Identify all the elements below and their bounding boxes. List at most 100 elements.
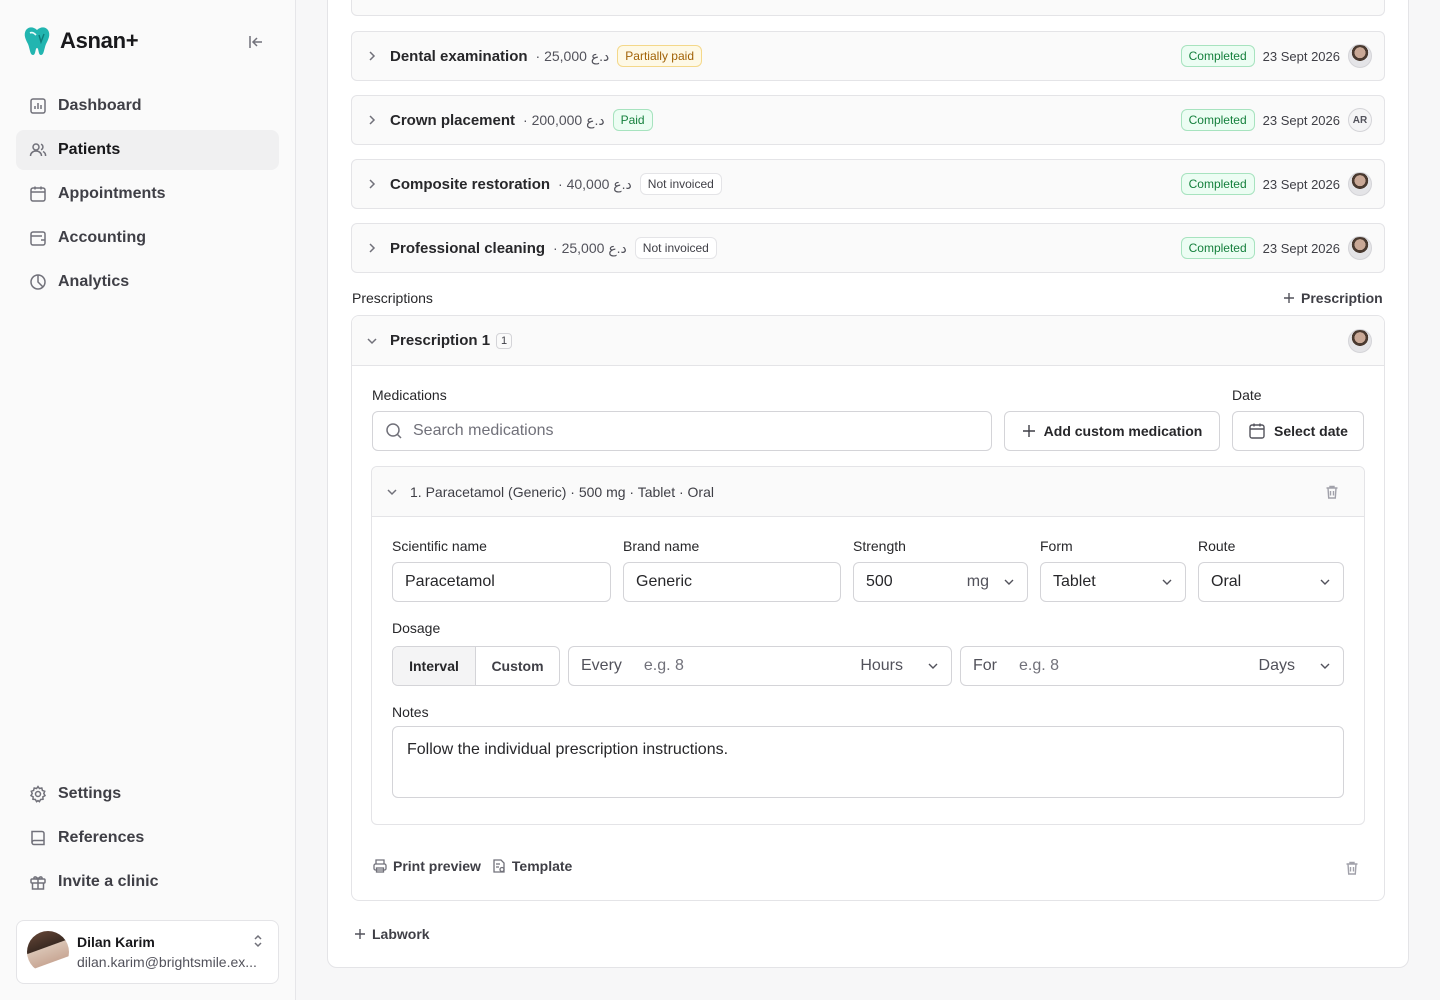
calendar-icon — [1249, 423, 1265, 439]
dosage-duration-field[interactable]: For e.g. 8 Days — [960, 646, 1344, 686]
nav-item-label: Analytics — [58, 273, 130, 290]
add-custom-medication-button[interactable]: Add custom medication — [1004, 411, 1220, 451]
select-date-button[interactable]: Select date — [1232, 411, 1364, 451]
route-select[interactable]: Oral — [1198, 562, 1344, 602]
chevron-right-icon — [366, 113, 380, 127]
strength-field[interactable]: 500 mg — [853, 562, 1028, 602]
collapse-left-icon — [249, 36, 262, 48]
sidebar: Asnan+ Dashboard Patients Appointments A… — [0, 0, 296, 1000]
avatar — [27, 931, 69, 973]
route-label: Route — [1198, 538, 1236, 554]
scientific-name-field[interactable]: Paracetamol — [392, 562, 611, 602]
nav-item-dashboard[interactable]: Dashboard — [16, 86, 279, 126]
nav-item-patients[interactable]: Patients — [16, 130, 279, 170]
delete-medication-button[interactable] — [1324, 484, 1340, 500]
every-prefix: Every — [581, 657, 622, 674]
procedure-date: 23 Sept 2026 — [1262, 48, 1340, 64]
for-placeholder: e.g. 8 — [1019, 657, 1060, 674]
delete-prescription-button[interactable] — [1344, 860, 1360, 879]
for-unit: Days — [1258, 657, 1295, 674]
add-labwork-label: Labwork — [372, 926, 430, 942]
plus-icon — [355, 929, 365, 939]
avatar — [1348, 44, 1372, 68]
chevron-down-icon — [1004, 579, 1014, 585]
dosage-every-field[interactable]: Every e.g. 8 Hours — [568, 646, 952, 686]
procedure-name: Crown placement — [390, 111, 516, 129]
medication-header[interactable]: 1. Paracetamol (Generic) · 500 mg · Tabl… — [372, 467, 1364, 517]
procedure-row[interactable]: Crown placement · 200,000 د.ع Paid Compl… — [351, 95, 1385, 145]
payment-badge: Not invoiced — [639, 173, 722, 195]
user-name: Dilan Karim — [77, 934, 155, 950]
brand-name-field[interactable]: Generic — [623, 562, 841, 602]
status-badge: Completed — [1180, 109, 1255, 131]
nav-item-settings[interactable]: Settings — [16, 774, 279, 814]
print-preview-label: Print preview — [393, 858, 481, 874]
procedure-date: 23 Sept 2026 — [1262, 176, 1340, 192]
brand-name-label: Brand name — [623, 538, 700, 554]
user-email: dilan.karim@brightsmile.ex... — [77, 954, 257, 970]
medication-search — [372, 411, 992, 451]
procedure-row-partial[interactable] — [351, 0, 1385, 16]
procedure-row[interactable]: Dental examination · 25,000 د.ع Partiall… — [351, 31, 1385, 81]
plus-icon — [1284, 293, 1294, 303]
select-date-label: Select date — [1274, 423, 1348, 439]
dosage-mode-custom[interactable]: Custom — [476, 647, 559, 685]
print-preview-button[interactable]: Print preview — [372, 858, 481, 874]
chevron-down-icon — [386, 485, 400, 499]
template-button[interactable]: Template — [491, 858, 572, 874]
nav-item-analytics[interactable]: Analytics — [16, 262, 279, 302]
form-select[interactable]: Tablet — [1040, 562, 1186, 602]
nav-item-references[interactable]: References — [16, 818, 279, 858]
scientific-name-label: Scientific name — [392, 538, 487, 554]
chevron-right-icon — [366, 49, 380, 63]
search-input[interactable] — [413, 422, 991, 440]
procedure-name: Composite restoration — [390, 175, 551, 193]
strength-unit-select[interactable]: mg — [967, 573, 1015, 591]
nav-item-appointments[interactable]: Appointments — [16, 174, 279, 214]
procedure-price: · 25,000 د.ع — [553, 239, 627, 256]
primary-nav: Dashboard Patients Appointments Accounti… — [16, 86, 279, 306]
strength-value: 500 — [866, 573, 893, 590]
brand-logo[interactable]: Asnan+ — [20, 24, 139, 58]
collapse-sidebar-button[interactable] — [244, 30, 268, 54]
form-label: Form — [1040, 538, 1073, 554]
every-placeholder: e.g. 8 — [643, 657, 684, 674]
nav-item-accounting[interactable]: Accounting — [16, 218, 279, 258]
prescriptions-title: Prescriptions — [352, 290, 433, 306]
chevron-right-icon — [366, 241, 380, 255]
notes-label: Notes — [392, 704, 429, 720]
add-custom-medication-label: Add custom medication — [1043, 423, 1203, 439]
payment-badge: Partially paid — [617, 45, 702, 67]
user-menu[interactable]: Dilan Karim dilan.karim@brightsmile.ex..… — [16, 920, 279, 984]
printer-icon — [373, 859, 387, 873]
prescription-header[interactable]: Prescription 1 1 — [352, 316, 1384, 366]
for-prefix: For — [973, 657, 997, 674]
form-value: Tablet — [1053, 573, 1096, 590]
procedure-row[interactable]: Composite restoration · 40,000 د.ع Not i… — [351, 159, 1385, 209]
dosage-label: Dosage — [392, 620, 441, 636]
procedure-price: · 200,000 د.ع — [523, 111, 605, 128]
tooth-logo-icon — [24, 27, 50, 55]
chevron-down-icon — [1319, 576, 1331, 588]
avatar — [1348, 328, 1372, 353]
add-labwork-button[interactable]: Labwork — [354, 926, 430, 942]
prescription-title: Prescription 1 — [390, 332, 491, 349]
procedure-date: 23 Sept 2026 — [1262, 240, 1340, 256]
dosage-mode-interval[interactable]: Interval — [393, 647, 476, 685]
notes-textarea[interactable]: Follow the individual prescription instr… — [392, 726, 1344, 798]
secondary-nav: Settings References Invite a clinic — [16, 774, 279, 906]
book-icon — [31, 830, 45, 846]
every-unit-select[interactable]: Hours — [860, 657, 939, 675]
status-badge: Completed — [1180, 173, 1255, 195]
nav-item-invite-clinic[interactable]: Invite a clinic — [16, 862, 279, 902]
brand-name: Asnan+ — [60, 28, 139, 53]
add-prescription-button[interactable]: Prescription — [1283, 290, 1383, 306]
procedure-row[interactable]: Professional cleaning · 25,000 د.ع Not i… — [351, 223, 1385, 273]
procedure-name: Dental examination — [390, 47, 528, 65]
chevron-down-icon — [1320, 663, 1330, 669]
status-badge: Completed — [1180, 237, 1255, 259]
template-icon — [493, 859, 505, 873]
template-label: Template — [511, 858, 573, 874]
for-unit-select[interactable]: Days — [1259, 657, 1331, 675]
avatar — [1348, 172, 1372, 196]
